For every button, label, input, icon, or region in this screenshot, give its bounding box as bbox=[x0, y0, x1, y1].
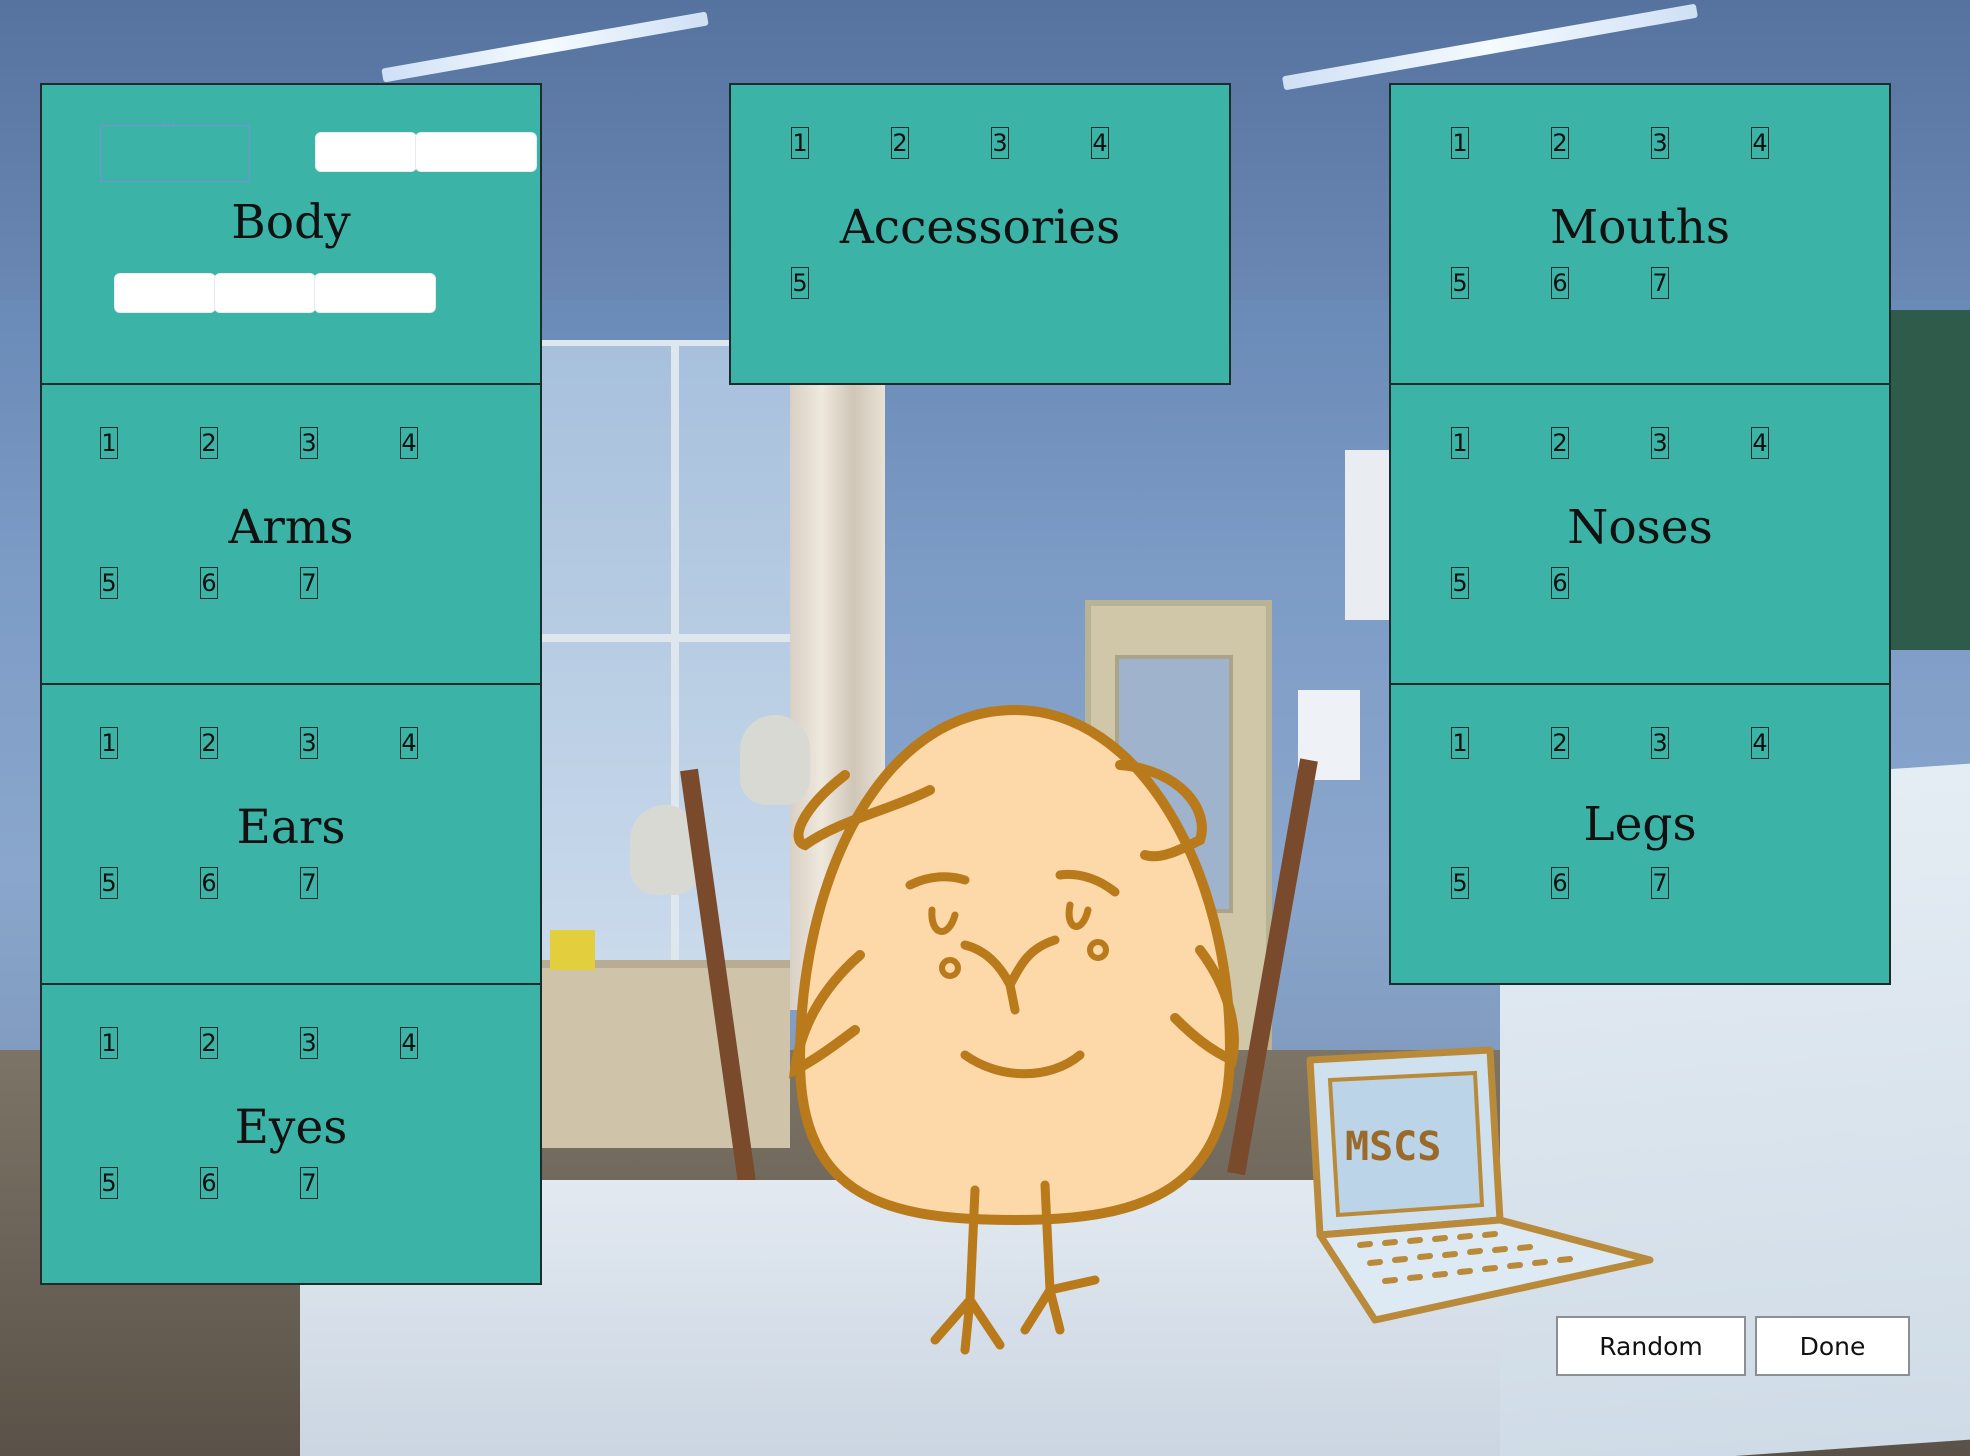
mouth-option-2[interactable]: 2 bbox=[1551, 127, 1569, 159]
panel-accessories: 1 2 3 4 Accessories 5 bbox=[729, 83, 1231, 385]
body-selected-outline[interactable] bbox=[100, 125, 250, 182]
mouth-option-3[interactable]: 3 bbox=[1651, 127, 1669, 159]
eye-option-1[interactable]: 1 bbox=[100, 1027, 118, 1059]
eye-option-2[interactable]: 2 bbox=[200, 1027, 218, 1059]
panel-title-mouths: Mouths bbox=[1550, 200, 1730, 255]
panel-title-ears: Ears bbox=[236, 800, 346, 855]
body-option[interactable] bbox=[415, 132, 537, 172]
panel-noses: 1 2 3 4 Noses 5 6 bbox=[1389, 383, 1891, 685]
pencil-cup bbox=[550, 930, 595, 970]
mouth-option-4[interactable]: 4 bbox=[1751, 127, 1769, 159]
arm-option-2[interactable]: 2 bbox=[200, 427, 218, 459]
nose-option-3[interactable]: 3 bbox=[1651, 427, 1669, 459]
mouth-option-7[interactable]: 7 bbox=[1651, 267, 1669, 299]
body-option[interactable] bbox=[314, 273, 436, 313]
body-option[interactable] bbox=[214, 273, 316, 313]
ear-option-1[interactable]: 1 bbox=[100, 727, 118, 759]
laptop-label: MSCS bbox=[1345, 1124, 1441, 1170]
panel-title-accessories: Accessories bbox=[839, 200, 1121, 255]
leg-option-4[interactable]: 4 bbox=[1751, 727, 1769, 759]
done-button[interactable]: Done bbox=[1755, 1316, 1910, 1376]
mouth-option-6[interactable]: 6 bbox=[1551, 267, 1569, 299]
leg-option-5[interactable]: 5 bbox=[1451, 867, 1469, 899]
panel-mouths: 1 2 3 4 Mouths 5 6 7 bbox=[1389, 83, 1891, 385]
ear-option-7[interactable]: 7 bbox=[300, 867, 318, 899]
leg-option-3[interactable]: 3 bbox=[1651, 727, 1669, 759]
nose-option-2[interactable]: 2 bbox=[1551, 427, 1569, 459]
body-selected-marker bbox=[164, 123, 174, 128]
leg-option-1[interactable]: 1 bbox=[1451, 727, 1469, 759]
laptop-image: MSCS bbox=[1306, 1046, 1654, 1324]
panel-title-body: Body bbox=[231, 195, 351, 250]
ear-option-2[interactable]: 2 bbox=[200, 727, 218, 759]
panel-title-eyes: Eyes bbox=[234, 1100, 348, 1155]
ear-option-4[interactable]: 4 bbox=[400, 727, 418, 759]
nose-option-1[interactable]: 1 bbox=[1451, 427, 1469, 459]
arm-option-5[interactable]: 5 bbox=[100, 567, 118, 599]
panel-legs: 1 2 3 4 Legs 5 6 7 bbox=[1389, 683, 1891, 985]
panel-arms: 1 2 3 4 Arms 5 6 7 bbox=[40, 383, 542, 685]
eye-option-3[interactable]: 3 bbox=[300, 1027, 318, 1059]
panel-ears: 1 2 3 4 Ears 5 6 7 bbox=[40, 683, 542, 985]
egg-character bbox=[788, 704, 1239, 1355]
panel-eyes: 1 2 3 4 Eyes 5 6 7 bbox=[40, 983, 542, 1285]
nose-option-4[interactable]: 4 bbox=[1751, 427, 1769, 459]
body-option[interactable] bbox=[315, 132, 417, 172]
accessory-option-1[interactable]: 1 bbox=[791, 127, 809, 159]
mouth-option-5[interactable]: 5 bbox=[1451, 267, 1469, 299]
arm-option-7[interactable]: 7 bbox=[300, 567, 318, 599]
body-option[interactable] bbox=[114, 273, 216, 313]
ear-option-6[interactable]: 6 bbox=[200, 867, 218, 899]
egg-body bbox=[794, 704, 1236, 1226]
leg-option-2[interactable]: 2 bbox=[1551, 727, 1569, 759]
leg-option-6[interactable]: 6 bbox=[1551, 867, 1569, 899]
accessory-option-3[interactable]: 3 bbox=[991, 127, 1009, 159]
accessory-option-2[interactable]: 2 bbox=[891, 127, 909, 159]
eye-option-6[interactable]: 6 bbox=[200, 1167, 218, 1199]
arm-option-3[interactable]: 3 bbox=[300, 427, 318, 459]
chalkboard bbox=[1880, 310, 1970, 650]
eye-option-5[interactable]: 5 bbox=[100, 1167, 118, 1199]
arm-option-6[interactable]: 6 bbox=[200, 567, 218, 599]
eye-option-4[interactable]: 4 bbox=[400, 1027, 418, 1059]
panel-body: Body bbox=[40, 83, 542, 385]
accessory-option-4[interactable]: 4 bbox=[1091, 127, 1109, 159]
mouth-option-1[interactable]: 1 bbox=[1451, 127, 1469, 159]
arm-option-4[interactable]: 4 bbox=[400, 427, 418, 459]
accessory-option-5[interactable]: 5 bbox=[791, 267, 809, 299]
nose-option-6[interactable]: 6 bbox=[1551, 567, 1569, 599]
random-button[interactable]: Random bbox=[1556, 1316, 1746, 1376]
eye-option-7[interactable]: 7 bbox=[300, 1167, 318, 1199]
nose-option-5[interactable]: 5 bbox=[1451, 567, 1469, 599]
cabinet bbox=[540, 960, 790, 1148]
leg-option-7[interactable]: 7 bbox=[1651, 867, 1669, 899]
ear-option-5[interactable]: 5 bbox=[100, 867, 118, 899]
panel-title-legs: Legs bbox=[1583, 797, 1697, 852]
panel-title-arms: Arms bbox=[228, 500, 354, 555]
arm-option-1[interactable]: 1 bbox=[100, 427, 118, 459]
ear-option-3[interactable]: 3 bbox=[300, 727, 318, 759]
panel-title-noses: Noses bbox=[1567, 500, 1713, 555]
